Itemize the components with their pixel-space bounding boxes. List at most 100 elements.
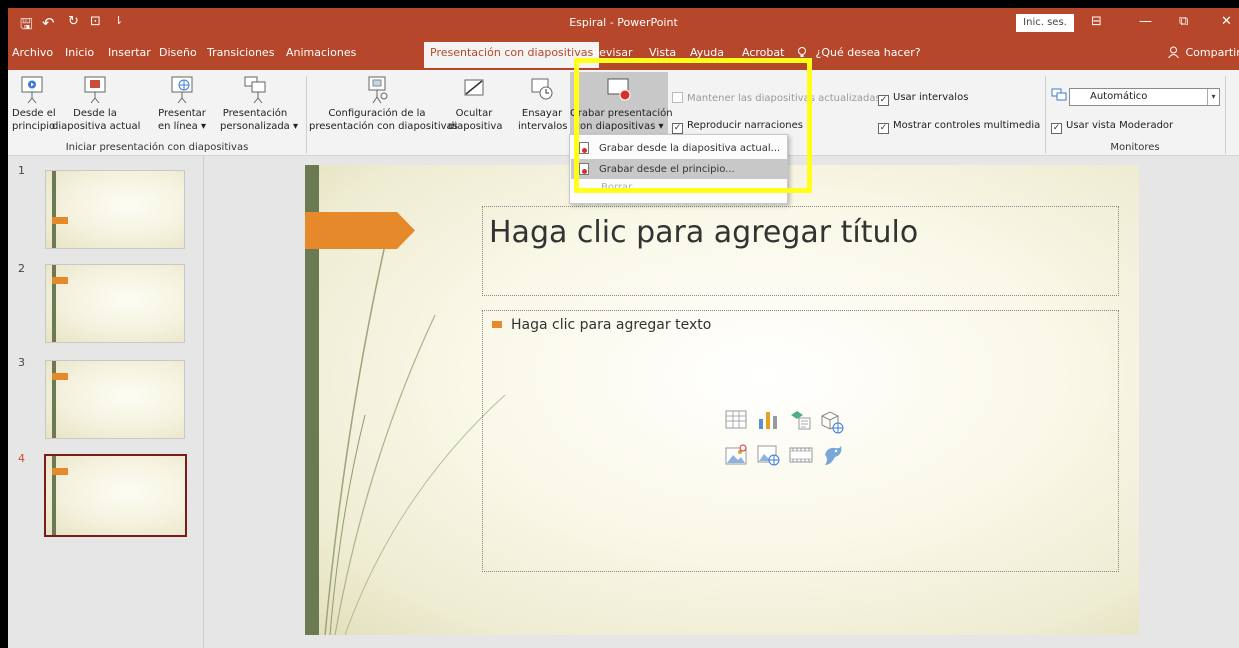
slideshow-from-current-icon xyxy=(84,76,106,104)
title-placeholder[interactable]: Haga clic para agregar título xyxy=(482,206,1119,296)
tab-animaciones[interactable]: Animaciones xyxy=(286,46,356,59)
group-separator xyxy=(1225,76,1226,154)
record-slideshow-button[interactable]: Grabar presentación con diapositivas ▾ xyxy=(570,72,673,142)
tab-vista[interactable]: Vista xyxy=(649,46,676,59)
checkmark-icon: ✓ xyxy=(878,95,889,106)
record-slideshow-icon xyxy=(607,78,631,101)
tab-ayuda[interactable]: Ayuda xyxy=(690,46,724,59)
record-from-start-label: Grabar desde el principio... xyxy=(599,164,735,175)
current-slide[interactable]: Haga clic para agregar título Haga clic … xyxy=(305,165,1139,635)
insert-video-icon[interactable] xyxy=(789,445,813,465)
setup-slideshow-button[interactable]: Configuración de la presentación con dia… xyxy=(309,76,458,133)
record-icon xyxy=(579,142,589,154)
share-label: Compartir xyxy=(1185,46,1239,59)
thumb-arrow xyxy=(52,277,68,284)
play-narrations-label: Reproducir narraciones xyxy=(687,120,803,131)
thumb-arrow xyxy=(52,468,68,475)
insert-smartart-icon[interactable] xyxy=(789,409,811,431)
checkbox-box xyxy=(672,92,683,103)
slide-number: 3 xyxy=(18,356,25,369)
from-current-label-2: diapositiva actual xyxy=(52,121,141,132)
setup-slideshow-icon xyxy=(368,76,388,104)
present-online-icon xyxy=(171,76,193,104)
chevron-down-icon[interactable]: ▾ xyxy=(1207,89,1219,105)
checkmark-icon: ✓ xyxy=(672,123,683,134)
clear-submenu-item[interactable]: Borrar xyxy=(601,182,632,193)
from-start-label-2: principio xyxy=(12,121,56,132)
tab-archivo[interactable]: Archivo xyxy=(12,46,53,59)
ribbon-tabs: Archivo Inicio Insertar Diseño Transicio… xyxy=(8,38,1239,70)
presenter-view-checkbox[interactable]: ✓ Usar vista Moderador xyxy=(1051,120,1173,134)
minimize-icon[interactable]: — xyxy=(1139,14,1152,29)
insert-online-picture-icon[interactable] xyxy=(757,443,781,467)
slide-thumbnail-1[interactable] xyxy=(45,170,185,249)
rehearse-timings-icon xyxy=(531,78,553,100)
presenter-view-label: Usar vista Moderador xyxy=(1066,120,1174,131)
group-separator xyxy=(306,76,307,154)
tab-transiciones[interactable]: Transiciones xyxy=(207,46,274,59)
from-start-label-1: Desde el xyxy=(12,108,56,119)
content-placeholder[interactable]: Haga clic para agregar texto xyxy=(482,310,1119,572)
present-online-label-1: Presentar xyxy=(158,108,206,119)
tab-revisar[interactable]: Revisar xyxy=(592,46,632,59)
slide-thumbnail-3[interactable] xyxy=(45,360,185,439)
person-icon xyxy=(1168,46,1179,59)
custom-show-label-1: Presentación xyxy=(222,108,288,119)
record-from-start-item[interactable]: Grabar desde el principio... xyxy=(571,159,788,179)
slide-thumbnail-2[interactable] xyxy=(45,264,185,343)
from-current-button[interactable]: Desde la diapositiva actual xyxy=(52,76,141,133)
hide-slide-label-1: Ocultar xyxy=(455,108,493,119)
thumb-arrow xyxy=(52,373,68,380)
keep-slides-updated-checkbox[interactable]: Mantener las diapositivas actualizadas xyxy=(672,92,881,104)
slide-thumbnail-4[interactable] xyxy=(44,454,187,537)
monitor-icon xyxy=(1051,88,1067,101)
tab-acrobat[interactable]: Acrobat xyxy=(742,46,784,59)
slideshow-from-start-icon xyxy=(21,76,43,104)
powerpoint-window: 🖫 ↶ ↻ ⊡ ⇂ Espiral - PowerPoint Inic. ses… xyxy=(8,8,1239,648)
record-icon xyxy=(579,163,589,175)
insert-chart-icon[interactable] xyxy=(757,409,779,431)
setup-label-2: presentación con diapositivas xyxy=(309,121,458,132)
share-button[interactable]: Compartir xyxy=(1168,46,1239,59)
sign-in-button[interactable]: Inic. ses. xyxy=(1016,14,1074,32)
group-label-start: Iniciar presentación con diapositivas xyxy=(65,142,249,153)
rehearse-label-2: intervalos xyxy=(518,121,568,132)
present-online-label-2: en línea ▾ xyxy=(157,121,207,132)
slide-number: 2 xyxy=(18,262,25,275)
insert-3d-model-icon[interactable] xyxy=(819,409,845,435)
restore-icon[interactable]: ⧉ xyxy=(1179,14,1188,29)
play-narrations-checkbox[interactable]: ✓ Reproducir narraciones xyxy=(672,120,803,134)
record-from-current-label: Grabar desde la diapositiva actual... xyxy=(599,143,781,154)
insert-table-icon[interactable] xyxy=(725,409,747,431)
use-timings-label: Usar intervalos xyxy=(893,92,969,103)
rehearse-timings-button[interactable]: Ensayar intervalos xyxy=(518,76,568,133)
present-online-button[interactable]: Presentar en línea ▾ xyxy=(154,76,210,133)
monitor-select[interactable]: Automático ▾ xyxy=(1069,88,1220,106)
content-placeholder-text: Haga clic para agregar texto xyxy=(511,317,712,333)
slide-number: 1 xyxy=(18,164,25,177)
record-from-current-item[interactable]: Grabar desde la diapositiva actual... xyxy=(571,138,788,158)
record-label-1: Grabar presentación xyxy=(570,108,673,119)
ribbon-display-options-icon[interactable]: ⊟ xyxy=(1091,14,1102,29)
from-start-button[interactable]: Desde el principio xyxy=(12,76,56,133)
insert-icons-icon[interactable] xyxy=(821,443,845,467)
use-timings-checkbox[interactable]: ✓ Usar intervalos xyxy=(878,92,968,106)
tell-me-box[interactable]: ¿Qué desea hacer? xyxy=(796,46,921,59)
tab-inicio[interactable]: Inicio xyxy=(65,46,94,59)
checkmark-icon: ✓ xyxy=(878,123,889,134)
show-media-controls-checkbox[interactable]: ✓ Mostrar controles multimedia xyxy=(878,120,1040,134)
checkmark-icon: ✓ xyxy=(1051,123,1062,134)
lightbulb-icon xyxy=(798,47,806,57)
keep-slides-updated-label: Mantener las diapositivas actualizadas xyxy=(687,93,881,104)
custom-show-button[interactable]: Presentación personalizada ▾ xyxy=(220,76,298,133)
from-current-label-1: Desde la xyxy=(73,108,117,119)
close-icon[interactable]: ✕ xyxy=(1221,14,1232,29)
hide-slide-button[interactable]: Ocultar diapositiva xyxy=(448,76,502,133)
tab-diseno[interactable]: Diseño xyxy=(159,46,197,59)
insert-picture-icon[interactable] xyxy=(725,443,749,467)
thumb-strip xyxy=(52,171,56,248)
title-bar: 🖫 ↶ ↻ ⊡ ⇂ Espiral - PowerPoint Inic. ses… xyxy=(8,8,1239,38)
tab-presentacion[interactable]: Presentación con diapositivas xyxy=(424,42,600,68)
tab-insertar[interactable]: Insertar xyxy=(108,46,151,59)
slide-editing-area: Haga clic para agregar título Haga clic … xyxy=(205,156,1239,648)
